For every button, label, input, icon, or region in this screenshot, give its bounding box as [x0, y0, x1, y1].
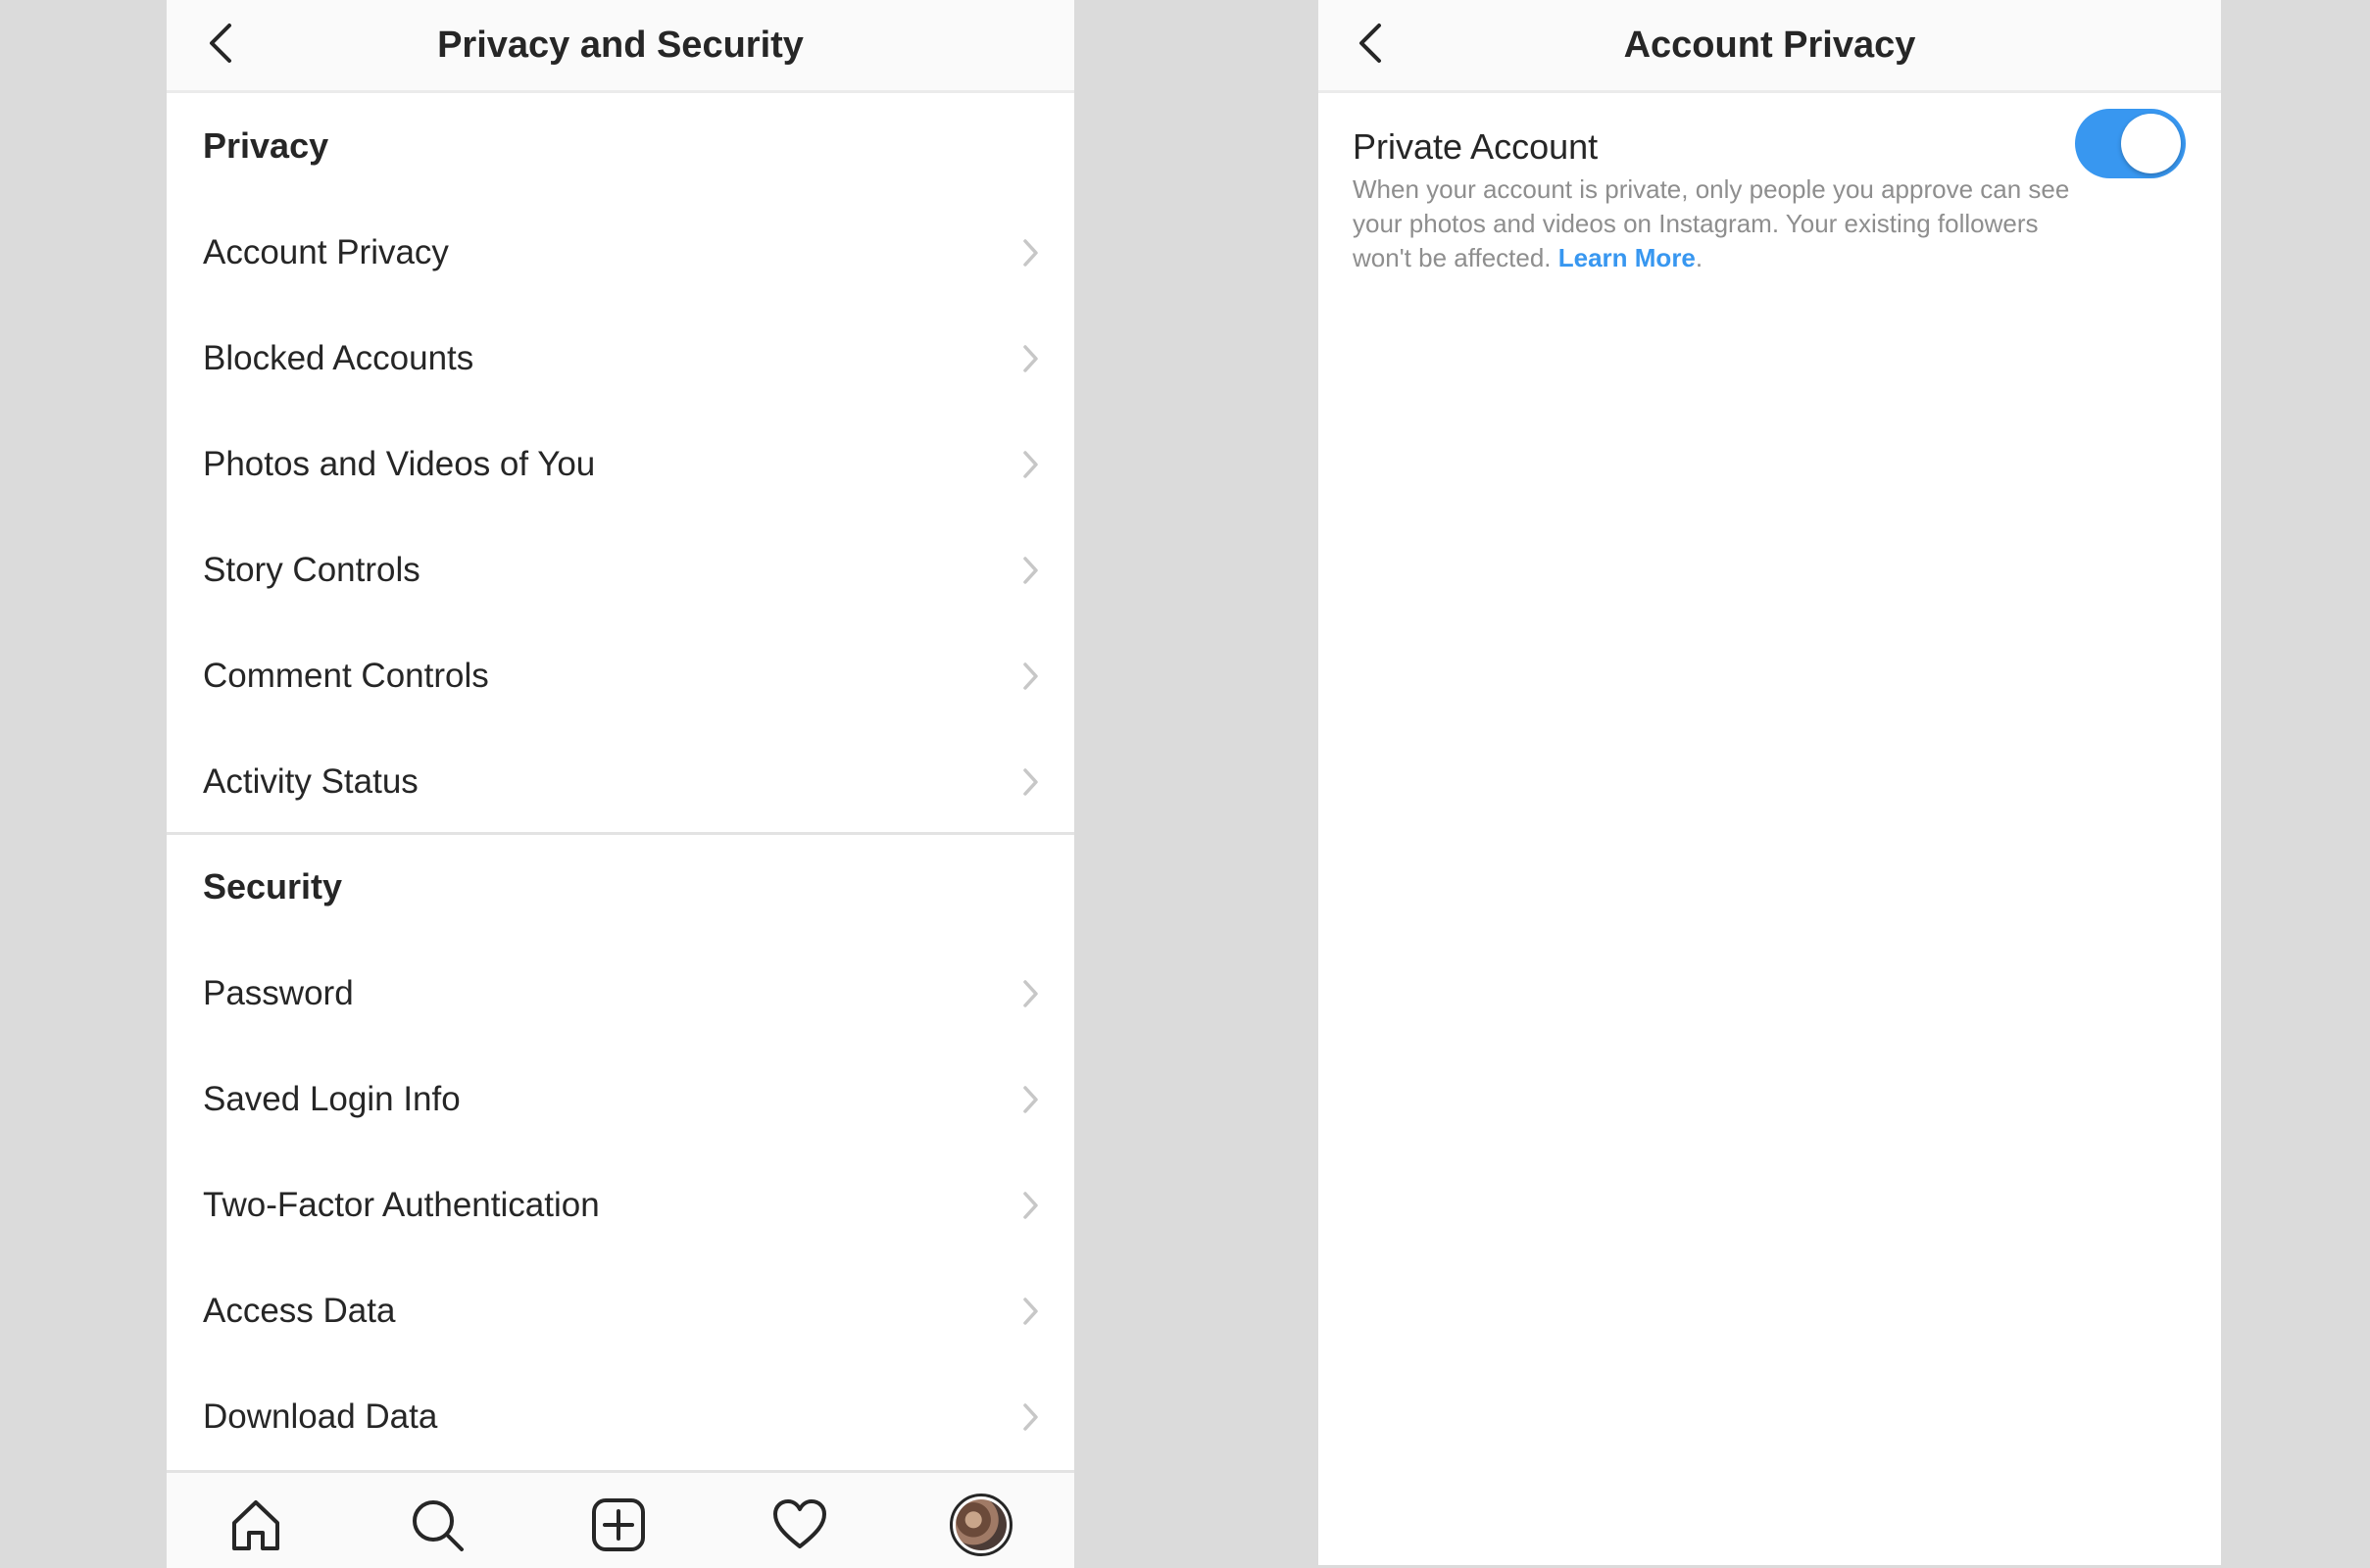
menu-item-label: Two-Factor Authentication — [203, 1186, 600, 1224]
nav-header: Account Privacy — [1318, 0, 2221, 93]
profile-tab[interactable] — [949, 1493, 1013, 1557]
private-account-toggle[interactable] — [2075, 109, 2186, 178]
chevron-right-icon — [1015, 662, 1045, 691]
section-title-security: Security — [203, 866, 343, 906]
chevron-left-icon — [1359, 24, 1381, 63]
menu-item-label: Account Privacy — [203, 233, 449, 271]
chevron-right-icon — [1015, 1297, 1045, 1326]
back-button[interactable] — [1346, 18, 1397, 69]
toggle-knob — [2121, 114, 2181, 173]
back-button[interactable] — [196, 18, 247, 69]
chevron-right-icon — [1015, 450, 1045, 479]
menu-item-label: Saved Login Info — [203, 1080, 461, 1118]
menu-item-label: Comment Controls — [203, 657, 489, 695]
section-title-privacy: Privacy — [203, 125, 329, 166]
menu-item-comment-controls[interactable]: Comment Controls — [167, 623, 1074, 729]
home-tab[interactable] — [223, 1493, 288, 1557]
chevron-right-icon — [1015, 344, 1045, 373]
menu-item-label: Password — [203, 974, 354, 1012]
menu-item-access-data[interactable]: Access Data — [167, 1258, 1074, 1364]
home-icon — [232, 1500, 279, 1550]
chevron-right-icon — [1015, 1191, 1045, 1220]
heart-icon — [773, 1499, 826, 1548]
menu-item-label: Download Data — [203, 1397, 438, 1436]
nav-header: Privacy and Security — [167, 0, 1074, 93]
chevron-right-icon — [1015, 979, 1045, 1008]
menu-item-activity-status[interactable]: Activity Status — [167, 729, 1074, 835]
menu-item-story-controls[interactable]: Story Controls — [167, 517, 1074, 623]
bottom-tab-bar — [167, 1470, 1074, 1568]
menu-item-label: Access Data — [203, 1292, 396, 1330]
search-tab[interactable] — [405, 1493, 469, 1557]
chevron-right-icon — [1015, 238, 1045, 268]
new-post-tab[interactable] — [586, 1493, 651, 1557]
privacy-security-screen: Privacy and Security Privacy Account Pri… — [167, 0, 1074, 1568]
menu-item-label: Activity Status — [203, 762, 419, 801]
menu-item-download-data[interactable]: Download Data — [167, 1364, 1074, 1470]
description-period: . — [1695, 243, 1703, 272]
menu-item-saved-login-info[interactable]: Saved Login Info — [167, 1047, 1074, 1152]
menu-item-label: Story Controls — [203, 551, 420, 589]
add-post-icon — [592, 1498, 645, 1551]
search-icon — [413, 1500, 464, 1551]
menu-item-password[interactable]: Password — [167, 941, 1074, 1047]
private-account-label: Private Account — [1353, 126, 1599, 167]
activity-tab[interactable] — [767, 1493, 832, 1557]
chevron-right-icon — [1015, 556, 1045, 585]
menu-item-label: Photos and Videos of You — [203, 445, 596, 483]
chevron-right-icon — [1015, 1085, 1045, 1114]
profile-photo — [956, 1499, 1007, 1550]
section-divider — [167, 832, 1074, 835]
menu-item-account-privacy[interactable]: Account Privacy — [167, 200, 1074, 306]
account-privacy-screen: Account Privacy Private Account When you… — [1318, 0, 2221, 1565]
learn-more-link[interactable]: Learn More — [1558, 243, 1696, 272]
chevron-right-icon — [1015, 1402, 1045, 1432]
page-title: Account Privacy — [1623, 24, 1916, 66]
menu-item-photos-videos-of-you[interactable]: Photos and Videos of You — [167, 412, 1074, 517]
menu-item-two-factor-authentication[interactable]: Two-Factor Authentication — [167, 1152, 1074, 1258]
chevron-left-icon — [210, 24, 231, 63]
chevron-right-icon — [1015, 767, 1045, 797]
avatar — [950, 1494, 1012, 1556]
private-account-description: When your account is private, only peopl… — [1353, 172, 2098, 275]
description-text: When your account is private, only peopl… — [1353, 174, 2070, 272]
page-title: Privacy and Security — [437, 24, 804, 66]
menu-item-label: Blocked Accounts — [203, 339, 474, 377]
menu-item-blocked-accounts[interactable]: Blocked Accounts — [167, 306, 1074, 412]
